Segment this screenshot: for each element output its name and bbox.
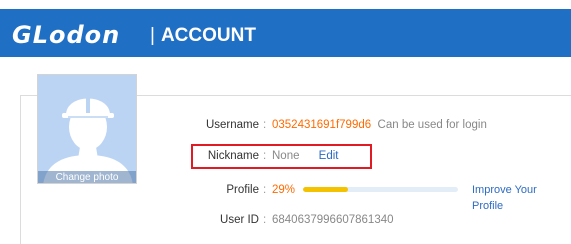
profile-percent: 29% bbox=[272, 184, 296, 196]
username-row: Username : 0352431691f799d6 Can be used … bbox=[0, 117, 571, 133]
user-id-colon: : bbox=[263, 214, 267, 226]
top-header-bar: GLodon | ACCOUNT bbox=[0, 9, 571, 57]
profile-progress-fill bbox=[303, 187, 348, 192]
user-id-value: 6840637996607861340 bbox=[272, 214, 394, 226]
profile-label: Profile bbox=[226, 184, 259, 196]
nickname-highlight-box bbox=[191, 144, 372, 169]
title-separator: | bbox=[150, 25, 155, 46]
username-value-group: 0352431691f799d6 Can be used for login bbox=[272, 117, 487, 133]
profile-colon: : bbox=[263, 184, 267, 196]
profile-progress-bar bbox=[303, 187, 458, 192]
user-id-label: User ID bbox=[220, 214, 259, 226]
improve-profile-link[interactable]: Improve Your Profile bbox=[472, 182, 571, 214]
username-value: 0352431691f799d6 bbox=[272, 119, 372, 131]
section-title: | ACCOUNT bbox=[150, 25, 256, 47]
username-label: Username bbox=[205, 119, 259, 131]
username-colon: : bbox=[263, 119, 267, 131]
username-note: Can be used for login bbox=[377, 119, 487, 131]
glodon-logo[interactable]: GLodon bbox=[12, 22, 120, 48]
user-id-row: User ID : 6840637996607861340 bbox=[0, 212, 571, 228]
account-title: ACCOUNT bbox=[160, 25, 256, 46]
